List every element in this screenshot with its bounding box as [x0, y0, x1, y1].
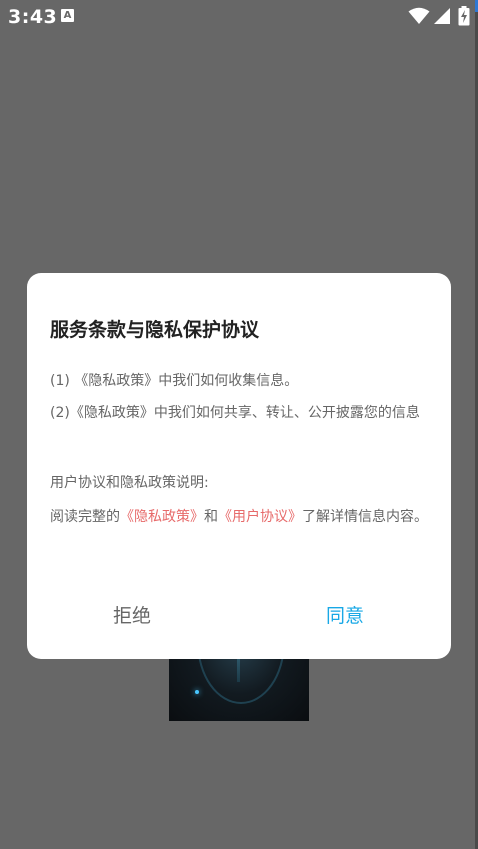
reject-button[interactable]: 拒绝 — [84, 598, 180, 634]
status-bar: 3:43 A — [0, 0, 478, 34]
read-prefix: 阅读完整的 — [50, 509, 120, 525]
agree-button[interactable]: 同意 — [297, 598, 393, 634]
section-heading: 用户协议和隐私政策说明: — [50, 475, 209, 491]
conjunction-text: 和 — [204, 509, 218, 525]
notification-icon: A — [61, 9, 74, 22]
policy-item-1: (1) 《隐私政策》中我们如何收集信息。 — [50, 373, 299, 389]
policy-item-2: (2)《隐私政策》中我们如何共享、转让、公开披露您的信息 — [50, 405, 420, 421]
read-suffix: 了解详情信息内容。 — [302, 509, 428, 525]
privacy-policy-link[interactable]: 《隐私政策》 — [120, 509, 204, 525]
battery-icon — [458, 6, 470, 26]
signal-icon — [434, 8, 450, 24]
user-agreement-link[interactable]: 《用户协议》 — [218, 509, 302, 525]
wifi-icon — [408, 7, 430, 24]
dialog-title: 服务条款与隐私保护协议 — [50, 319, 260, 341]
image-spark — [195, 690, 199, 694]
privacy-dialog: 服务条款与隐私保护协议 (1) 《隐私政策》中我们如何收集信息。 (2)《隐私政… — [27, 273, 451, 659]
status-time: 3:43 — [8, 6, 58, 28]
read-statement: 阅读完整的《隐私政策》和《用户协议》了解详情信息内容。 — [50, 506, 428, 528]
